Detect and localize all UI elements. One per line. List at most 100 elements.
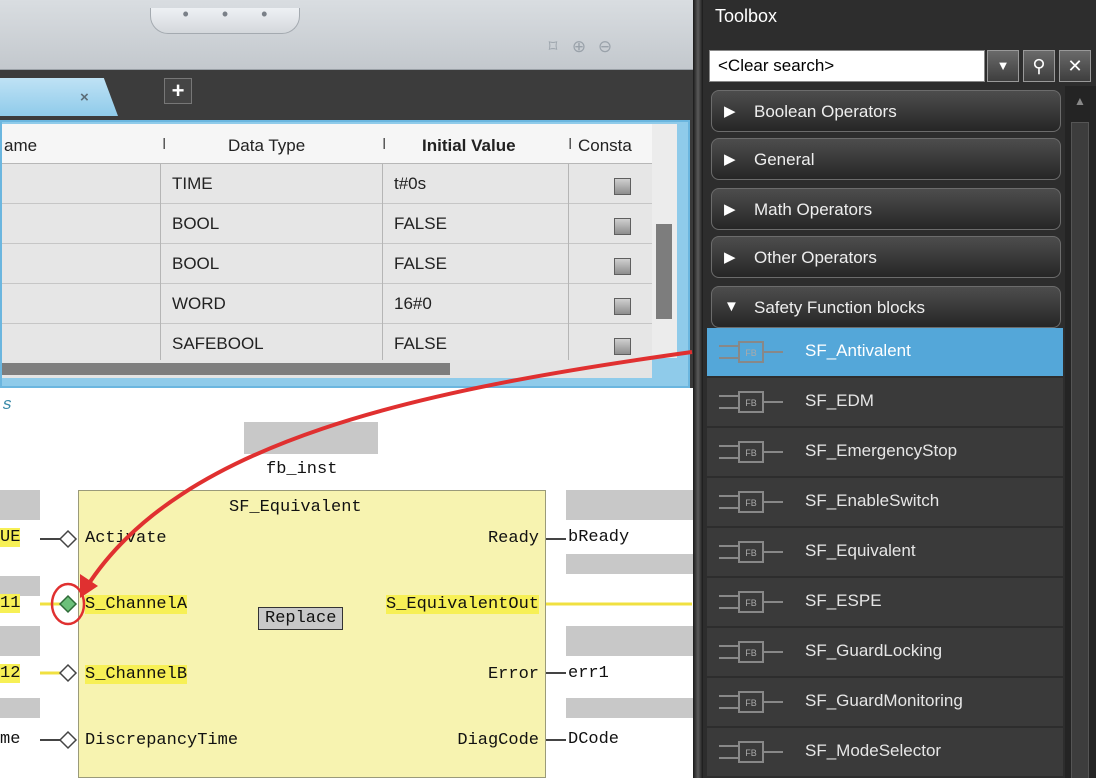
svg-text:FB: FB [745, 598, 757, 608]
placeholder-bar [566, 698, 700, 718]
data-type-cell[interactable]: SAFEBOOL [172, 334, 264, 354]
input-variable[interactable]: UE [0, 528, 21, 547]
placeholder-bar [566, 490, 700, 520]
ladder-editor: • • • ⌑ ⊕ ⊖ × + ame I Data Type I Initia… [0, 0, 700, 778]
constant-checkbox[interactable] [614, 338, 631, 355]
toolbox-item-sf-guardmonitoring[interactable]: FB SF_GuardMonitoring [707, 678, 1063, 726]
toolbox-scrollbar[interactable]: ▲ [1065, 86, 1096, 778]
toolbox-item-sf-equivalent[interactable]: FB SF_Equivalent [707, 528, 1063, 576]
instance-name[interactable]: fb_inst [266, 460, 337, 479]
output-variable[interactable]: DCode [568, 730, 619, 749]
initial-value-cell[interactable]: 16#0 [394, 294, 432, 314]
table-row[interactable]: TIME t#0s [2, 164, 652, 204]
scroll-up-icon[interactable]: ▲ [1074, 94, 1086, 108]
function-block-icon: FB [719, 591, 783, 613]
output-pin-ready[interactable]: Ready [488, 529, 539, 548]
table-row[interactable]: SAFEBOOL FALSE [2, 324, 652, 364]
data-type-cell[interactable]: WORD [172, 294, 226, 314]
section-label: s [2, 396, 13, 415]
dropdown-button[interactable]: ▼ [987, 50, 1019, 82]
output-variable[interactable]: err1 [568, 664, 609, 683]
expand-icon: ▶ [724, 249, 736, 266]
toolbox-panel: Toolbox <Clear search> ▼ ⚲ ✕ ▶ Boolean O… [703, 0, 1096, 778]
function-block-icon: FB [719, 491, 783, 513]
constant-checkbox[interactable] [614, 258, 631, 275]
close-icon[interactable]: ✕ [1059, 50, 1091, 82]
input-pin-activate[interactable]: Activate [85, 529, 167, 548]
data-type-cell[interactable]: BOOL [172, 254, 219, 274]
column-header-name[interactable]: ame [4, 136, 37, 156]
data-type-cell[interactable]: BOOL [172, 214, 219, 234]
horizontal-scrollbar[interactable] [2, 360, 652, 378]
close-icon[interactable]: × [80, 89, 89, 106]
function-block-icon: FB [719, 541, 783, 563]
initial-value-cell[interactable]: t#0s [394, 174, 426, 194]
scrollbar-thumb[interactable] [2, 363, 450, 375]
input-variable[interactable]: me [0, 730, 20, 749]
column-header-data-type[interactable]: Data Type [228, 136, 305, 156]
placeholder-bar [0, 490, 40, 520]
column-separator: I [382, 136, 387, 153]
data-type-cell[interactable]: TIME [172, 174, 213, 194]
toolbox-search-input[interactable]: <Clear search> [709, 50, 985, 82]
svg-text:FB: FB [745, 498, 757, 508]
output-pin-error[interactable]: Error [488, 665, 539, 684]
scrollbar-thumb[interactable] [1071, 122, 1089, 778]
panel-grip-handle[interactable]: • • • [150, 5, 300, 34]
function-block-icon: FB [719, 641, 783, 663]
category-boolean-operators[interactable]: ▶ Boolean Operators [711, 90, 1061, 132]
output-pin-s-equivalentout[interactable]: S_EquivalentOut [385, 595, 539, 614]
ladder-canvas[interactable]: s fb_inst SF_Equivalent Activate S_Chann… [0, 388, 700, 778]
zoom-in-icon[interactable]: ⊕ [568, 36, 590, 58]
input-pin-s-channela[interactable]: S_ChannelA [85, 595, 188, 614]
toolbox-item-sf-antivalent[interactable]: FB SF_Antivalent [707, 328, 1063, 376]
initial-value-cell[interactable]: FALSE [394, 214, 447, 234]
editor-tab-strip: × + [0, 70, 700, 120]
toolbox-item-sf-emergencystop[interactable]: FB SF_EmergencyStop [707, 428, 1063, 476]
column-header-constant[interactable]: Consta [578, 136, 632, 156]
constant-checkbox[interactable] [614, 298, 631, 315]
placeholder-bar [244, 422, 378, 454]
category-math-operators[interactable]: ▶ Math Operators [711, 188, 1061, 230]
expand-icon: ▶ [724, 201, 736, 218]
toolbox-title: Toolbox [715, 6, 778, 26]
category-safety-function-blocks[interactable]: ▼ Safety Function blocks [711, 286, 1061, 328]
input-pin-discrepancytime[interactable]: DiscrepancyTime [85, 731, 238, 750]
initial-value-cell[interactable]: FALSE [394, 254, 447, 274]
fit-icon[interactable]: ⌑ [542, 36, 564, 58]
function-block-icon: FB [719, 691, 783, 713]
function-block-icon: FB [719, 341, 783, 363]
scrollbar-thumb[interactable] [656, 224, 672, 319]
svg-text:FB: FB [745, 548, 757, 558]
add-tab-button[interactable]: + [164, 78, 192, 104]
initial-value-cell[interactable]: FALSE [394, 334, 447, 354]
input-variable[interactable]: 12 [0, 664, 21, 683]
zoom-out-icon[interactable]: ⊖ [594, 36, 616, 58]
constant-checkbox[interactable] [614, 178, 631, 195]
output-variable[interactable]: bReady [568, 528, 629, 547]
placeholder-bar [0, 576, 40, 596]
variable-table: ame I Data Type I Initial Value I Consta… [2, 124, 652, 378]
toolbox-item-sf-edm[interactable]: FB SF_EDM [707, 378, 1063, 426]
toolbox-item-sf-modeselector[interactable]: FB SF_ModeSelector [707, 728, 1063, 776]
column-separator: I [162, 136, 167, 153]
input-variable[interactable]: 11 [0, 594, 21, 613]
toolbox-item-sf-enableswitch[interactable]: FB SF_EnableSwitch [707, 478, 1063, 526]
toolbox-item-sf-espe[interactable]: FB SF_ESPE [707, 578, 1063, 626]
category-general[interactable]: ▶ General [711, 138, 1061, 180]
toolbox-item-sf-guardlocking[interactable]: FB SF_GuardLocking [707, 628, 1063, 676]
table-row[interactable]: BOOL FALSE [2, 204, 652, 244]
function-block[interactable]: SF_Equivalent Activate S_ChannelA S_Chan… [78, 490, 546, 778]
output-pin-diagcode[interactable]: DiagCode [457, 731, 539, 750]
table-row[interactable]: BOOL FALSE [2, 244, 652, 284]
input-pin-s-channelb[interactable]: S_ChannelB [85, 665, 188, 684]
search-icon[interactable]: ⚲ [1023, 50, 1055, 82]
editor-tab[interactable]: × [0, 78, 118, 116]
placeholder-bar [0, 626, 40, 656]
column-header-initial-value[interactable]: Initial Value [422, 136, 516, 156]
vertical-scrollbar[interactable] [652, 124, 677, 358]
table-row[interactable]: WORD 16#0 [2, 284, 652, 324]
panel-splitter[interactable] [693, 0, 703, 778]
constant-checkbox[interactable] [614, 218, 631, 235]
category-other-operators[interactable]: ▶ Other Operators [711, 236, 1061, 278]
